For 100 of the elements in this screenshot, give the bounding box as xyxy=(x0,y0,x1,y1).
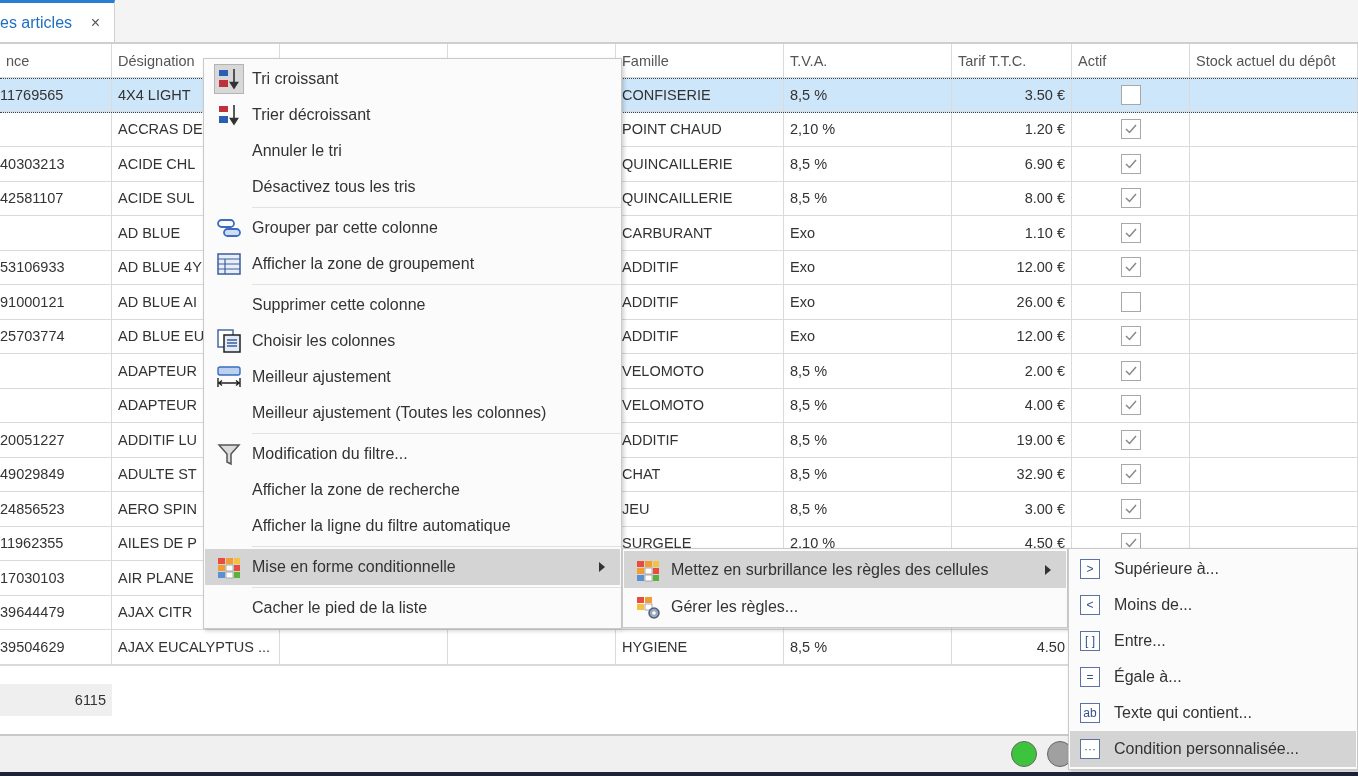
checkbox[interactable] xyxy=(1120,222,1141,243)
menu-item[interactable]: Mettez en surbrillance les règles des cellules xyxy=(624,551,1066,588)
table-cell: ADDITIF xyxy=(622,293,679,310)
checkmark-icon xyxy=(1123,226,1138,239)
table-cell: ACIDE CHL xyxy=(118,155,196,172)
checkmark-icon xyxy=(1123,261,1138,274)
table-cell: 8,5 % xyxy=(790,466,828,483)
table-cell: ADDITIF xyxy=(622,431,679,448)
caret-icon xyxy=(598,561,606,573)
table-cell: ADDITIF xyxy=(622,328,679,345)
checkmark-icon xyxy=(1123,192,1138,205)
table-cell: CONFISERIE xyxy=(622,86,711,103)
table-cell: 42581107 xyxy=(0,190,64,207)
checkmark-icon xyxy=(1123,399,1138,412)
menu-item[interactable]: Cacher le pied de la liste xyxy=(205,590,620,626)
checkbox[interactable] xyxy=(1120,464,1141,485)
table-cell: 17030103 xyxy=(0,569,65,586)
checkbox[interactable] xyxy=(1120,119,1141,140)
menu-item[interactable]: Gérer les règles... xyxy=(624,588,1066,625)
table-cell: Exo xyxy=(790,293,815,310)
table-cell: 3.00 € xyxy=(1024,500,1065,517)
table-cell: Exo xyxy=(790,224,815,241)
table-cell: 4.50 xyxy=(1036,638,1065,655)
table-cell: CHAT xyxy=(622,466,661,483)
table-cell: AJAX EUCALYPTUS ... xyxy=(118,638,271,655)
table-cell: AILES DE P xyxy=(118,535,197,552)
table-cell: VELOMOTO xyxy=(622,362,704,379)
table-cell: POINT CHAUD xyxy=(622,121,722,138)
checkmark-icon xyxy=(1123,502,1138,515)
menu-item[interactable]: ab Texte qui contient... xyxy=(1070,695,1356,731)
table-cell: SURGELE xyxy=(622,535,692,552)
table-cell: 2,10 % xyxy=(790,121,836,138)
caret-icon xyxy=(1044,563,1052,576)
menu-item[interactable]: ··· Condition personnalisée... xyxy=(1070,731,1356,767)
checkmark-icon xyxy=(1123,433,1138,446)
table-cell: 8,5 % xyxy=(790,86,828,103)
checkmark-icon xyxy=(1123,364,1138,377)
table-cell: 8,5 % xyxy=(790,431,828,448)
table-cell: 12.00 € xyxy=(1016,328,1065,345)
table-cell: AIR PLANE xyxy=(118,569,194,586)
table-icon xyxy=(215,251,242,277)
table-cell: ADDITIF LU xyxy=(118,431,197,448)
checkbox[interactable] xyxy=(1120,395,1141,416)
menu-item[interactable]: Mise en forme conditionnelle xyxy=(205,549,620,585)
checkbox[interactable] xyxy=(1120,360,1141,381)
checkmark-icon xyxy=(1123,537,1138,550)
tab[interactable]: es articles × xyxy=(0,0,115,42)
close-button[interactable]: × xyxy=(90,13,100,32)
table-cell: AJAX CITR xyxy=(118,604,193,621)
table-cell: JEU xyxy=(622,500,650,517)
table-cell: 3.50 € xyxy=(1024,86,1065,103)
table-cell: ADAPTEUR xyxy=(118,362,197,379)
table-cell: 8,5 % xyxy=(790,155,828,172)
table-cell: 39504629 xyxy=(0,638,65,655)
table-cell: 49029849 xyxy=(0,466,65,483)
table-cell: ACCRAS DE xyxy=(118,121,203,138)
checkmark-icon xyxy=(1123,123,1138,136)
table-cell: HYGIENE xyxy=(622,638,688,655)
table-cell: 20051227 xyxy=(0,431,65,448)
checkbox[interactable] xyxy=(1120,84,1141,105)
operator-icon: ··· xyxy=(1080,739,1100,759)
table-cell: 8,5 % xyxy=(790,190,828,207)
operator-icon: [ ] xyxy=(1080,631,1100,651)
checkmark-icon xyxy=(1123,157,1138,170)
table-cell: AERO SPIN xyxy=(118,500,197,517)
table-cell: CARBURANT xyxy=(622,224,713,241)
filter-icon xyxy=(215,441,242,467)
table-cell: 4.50 € xyxy=(1024,535,1065,552)
table-cell: 2.00 € xyxy=(1024,362,1065,379)
checkbox[interactable] xyxy=(1120,326,1141,347)
checkbox[interactable] xyxy=(1120,153,1141,174)
checkmark-icon xyxy=(1123,330,1138,343)
table-cell: ADULTE ST xyxy=(118,466,197,483)
checkbox[interactable] xyxy=(1120,257,1141,278)
menu-item[interactable]: > Supérieure à... xyxy=(1070,551,1356,587)
table-cell: 25703774 xyxy=(0,328,65,345)
operator-icon: = xyxy=(1080,667,1100,687)
table-cell: 8.00 € xyxy=(1024,190,1065,207)
table-cell: 32.90 € xyxy=(1016,466,1065,483)
table-cell: ADAPTEUR xyxy=(118,397,197,414)
table-cell: Exo xyxy=(790,328,815,345)
operator-icon: > xyxy=(1080,559,1100,579)
menu-item[interactable]: < Moins de... xyxy=(1070,587,1356,623)
checkbox[interactable] xyxy=(1120,291,1141,312)
checkbox[interactable] xyxy=(1120,429,1141,450)
table-cell: 53106933 xyxy=(0,259,65,276)
table-cell: 4.00 € xyxy=(1024,397,1065,414)
table-cell: 39644479 xyxy=(0,604,65,621)
table-cell: VELOMOTO xyxy=(622,397,704,414)
table-cell: AD BLUE EU xyxy=(118,328,205,345)
table-cell: ADDITIF xyxy=(622,259,679,276)
table-cell: 12.00 € xyxy=(1016,259,1065,276)
operator-icon: ab xyxy=(1080,703,1100,723)
table-cell: 8,5 % xyxy=(790,500,828,517)
table-cell: 4X4 LIGHT xyxy=(118,86,191,103)
table-cell: 11962355 xyxy=(0,535,64,552)
table-cell: QUINCAILLERIE xyxy=(622,155,733,172)
checkbox[interactable] xyxy=(1120,498,1141,519)
columns-icon xyxy=(215,328,242,354)
checkbox[interactable] xyxy=(1120,188,1141,209)
